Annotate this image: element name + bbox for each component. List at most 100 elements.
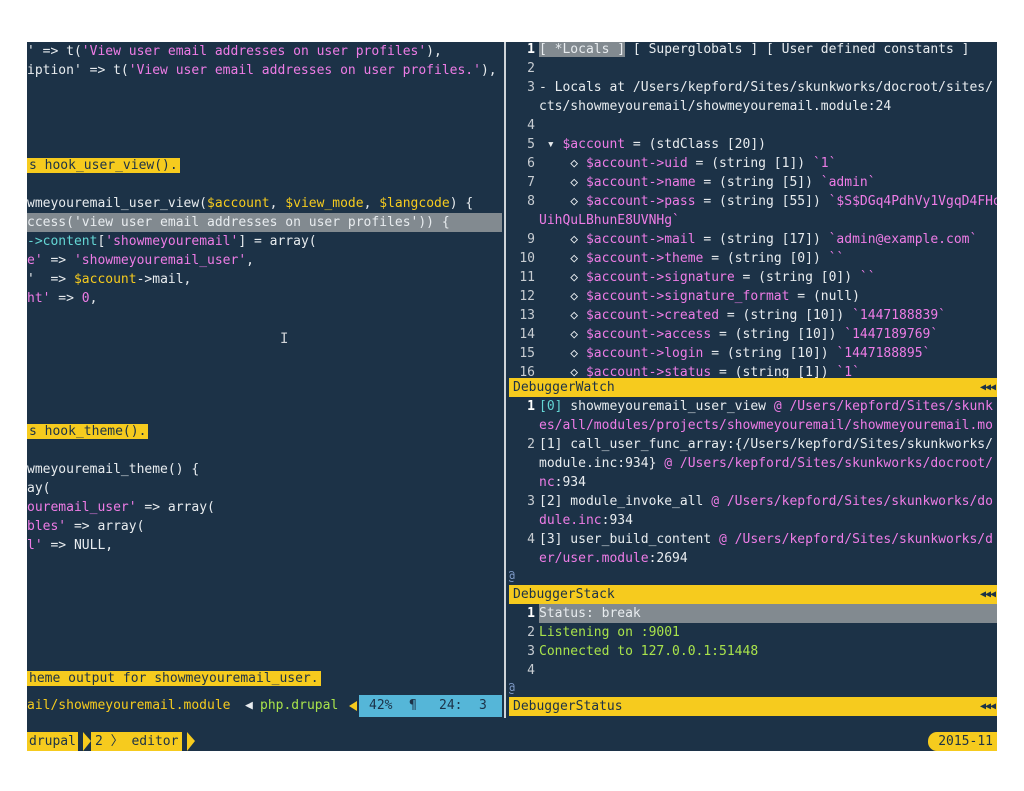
pane-divider[interactable] (502, 42, 509, 718)
locals-row[interactable]: UihQuLBhunE8UVNHg` (509, 211, 997, 230)
line-text: es/all/modules/projects/showmeyouremail/… (539, 416, 993, 435)
locals-row[interactable]: 15 ◇ $account->login = (string [10]) `14… (509, 344, 997, 363)
stack-frame-row[interactable]: es/all/modules/projects/showmeyouremail/… (509, 416, 997, 435)
statusline-filetype: php.drupal (260, 698, 339, 713)
line-number: 8 (527, 194, 535, 209)
line-number: 10 (519, 251, 535, 266)
editor-line[interactable]: ' => t('View user email addresses on use… (27, 42, 442, 61)
code-token: er/user.module (539, 551, 649, 566)
code-token: dule.inc (539, 513, 602, 528)
code-token: module.inc:934} (539, 456, 665, 471)
tmux-separator-icon (83, 732, 91, 751)
locals-row[interactable]: 8 ◇ $account->pass = (string [55]) `$S$D… (509, 192, 997, 211)
tmux-statusbar: drupal 2 〉 editor 2015-11 (27, 732, 997, 751)
stack-frame-row[interactable]: 1 [0] showmeyouremail_user_view @ /Users/… (509, 397, 997, 416)
locals-row[interactable]: 11 ◇ $account->signature = (string [0]) … (509, 268, 997, 287)
statusline-line: 24: (439, 698, 463, 713)
stack-frame-row[interactable]: 4 [3] user_build_content @ /Users/kepford… (509, 530, 997, 549)
editor-line[interactable]: s hook_theme(). (27, 422, 149, 441)
locals-row[interactable]: 2 (509, 59, 997, 78)
debugger-stack-label: DebuggerStack (513, 587, 615, 602)
stack-frame-row[interactable]: er/user.module:2694 (509, 549, 997, 568)
locals-row[interactable]: 3 - Locals at /Users/kepford/Sites/skunkw… (509, 78, 997, 97)
line-number: 4 (527, 663, 535, 678)
code-token: = (string [0]) (703, 251, 829, 266)
code-token: ◇ (539, 251, 586, 266)
locals-row[interactable]: 6 ◇ $account->uid = (string [1]) `1` (509, 154, 997, 173)
tmux-window-tab[interactable]: 2 〉 editor (91, 732, 183, 751)
editor-line[interactable]: ht' => 0, (27, 289, 97, 308)
stack-frame-row[interactable]: nc:934 (509, 473, 997, 492)
line-text: ◇ $account->access = (string [10]) `1447… (539, 325, 938, 344)
editor-line[interactable]: s hook_user_view(). (27, 156, 180, 175)
code-token: @ /Users/kepford/Sites/skunkworks/do (711, 494, 993, 509)
code-token: $account->login (585, 346, 704, 361)
stack-frame-row[interactable]: 3 [2] module_invoke_all @ /Users/kepford/… (509, 492, 997, 511)
locals-row[interactable]: 5 ▾ $account = (stdClass [20]) (509, 135, 997, 154)
locals-row[interactable]: 9 ◇ $account->mail = (string [17]) `admi… (509, 230, 997, 249)
editor-line[interactable]: e' => 'showmeyouremail_user', (27, 251, 254, 270)
line-text: [2] module_invoke_all @ /Users/kepford/S… (539, 492, 993, 511)
line-number: 13 (519, 308, 535, 323)
code-token: [3] user_build_content (539, 532, 720, 547)
editor-pane[interactable]: ' => t('View user email addresses on use… (27, 42, 502, 718)
code-token: => NULL, (42, 538, 114, 553)
status-row[interactable]: 4 (509, 661, 997, 680)
status-prompt: @ (509, 679, 515, 698)
code-token: `$S$DGq4PdhVy1VgqD4FHo (828, 194, 997, 209)
editor-line[interactable]: bles' => array( (27, 517, 144, 536)
terminal-window: ' => t('View user email addresses on use… (27, 42, 997, 751)
line-text: [3] user_build_content @ /Users/kepford/… (539, 530, 993, 549)
line-text: nc:934 (539, 473, 586, 492)
code-token: 'showmeyouremail_user' (73, 253, 247, 268)
code-token: `1` (812, 156, 837, 171)
locals-row[interactable]: 10 ◇ $account->theme = (string [0]) `` (509, 249, 997, 268)
tmux-date: 2015-11 (928, 732, 997, 751)
editor-line[interactable]: ->content['showmeyouremail'] = array( (27, 232, 317, 251)
editor-line[interactable]: iption' => t('View user email addresses … (27, 61, 497, 80)
stack-frame-row[interactable]: dule.inc:934 (509, 511, 997, 530)
editor-line[interactable]: l' => NULL, (27, 536, 113, 555)
line-number: 2 (527, 625, 535, 640)
line-text: module.inc:934} @ /Users/kepford/Sites/s… (539, 454, 993, 473)
editor-line[interactable]: wmeyouremail_user_view($account, $view_m… (27, 194, 473, 213)
locals-row[interactable]: 7 ◇ $account->name = (string [5]) `admin… (509, 173, 997, 192)
code-token: ◇ (539, 308, 586, 323)
stack-prompt: @ (509, 567, 515, 586)
statusline-percent: 42% (369, 698, 393, 713)
stack-frame-row[interactable]: 2 [1] call_user_func_array:{/Users/kepfor… (509, 435, 997, 454)
locals-row[interactable]: 1 [ *Locals ] [ Superglobals ] [ User def… (509, 42, 997, 59)
status-row[interactable]: 3 Connected to 127.0.0.1:51448 (509, 642, 997, 661)
line-text: ◇ $account->signature_format = (null) (539, 287, 860, 306)
locals-row[interactable]: 13 ◇ $account->created = (string [10]) `… (509, 306, 997, 325)
stack-frame-row[interactable]: module.inc:934} @ /Users/kepford/Sites/s… (509, 454, 997, 473)
code-token: es/all/modules/projects/showmeyouremail/… (539, 418, 993, 433)
code-token: `` (859, 270, 876, 285)
code-token: ), (426, 44, 442, 59)
editor-line[interactable]: ' => $account->mail, (27, 270, 191, 289)
locals-row[interactable]: cts/showmeyouremail/showmeyouremail.modu… (509, 97, 997, 116)
editor-line-current[interactable]: ccess('view user email addresses on user… (27, 213, 502, 232)
editor-line[interactable]: wmeyouremail_theme() { (27, 460, 199, 479)
code-token: `admin` (820, 175, 876, 190)
editor-line[interactable]: ay( (27, 479, 50, 498)
debugger-pane[interactable]: 1 [ *Locals ] [ Superglobals ] [ User def… (509, 42, 997, 718)
line-number: 9 (527, 232, 535, 247)
locals-row[interactable]: 12 ◇ $account->signature_format = (null) (509, 287, 997, 306)
locals-row[interactable]: 4 (509, 116, 997, 135)
code-token: => (50, 291, 82, 306)
code-token: s hook_theme(). (27, 424, 149, 439)
status-row[interactable]: 2 Listening on :9001 (509, 623, 997, 642)
line-text: UihQuLBhunE8UVNHg` (539, 211, 680, 230)
editor-line[interactable]: heme output for showmeyouremail_user. (27, 669, 321, 688)
code-token: :934 (601, 513, 633, 528)
status-row[interactable]: 1 Status: break (509, 604, 997, 623)
line-number: 2 (527, 61, 535, 76)
editor-line[interactable]: ouremail_user' => array( (27, 498, 215, 517)
locals-row[interactable]: 14 ◇ $account->access = (string [10]) `1… (509, 325, 997, 344)
tmux-session[interactable]: drupal (27, 732, 78, 751)
code-token: heme output for showmeyouremail_user. (27, 671, 321, 686)
line-number: 12 (519, 289, 535, 304)
code-token: ccess( (27, 215, 74, 230)
code-token: = (stdClass [20]) (625, 137, 766, 152)
